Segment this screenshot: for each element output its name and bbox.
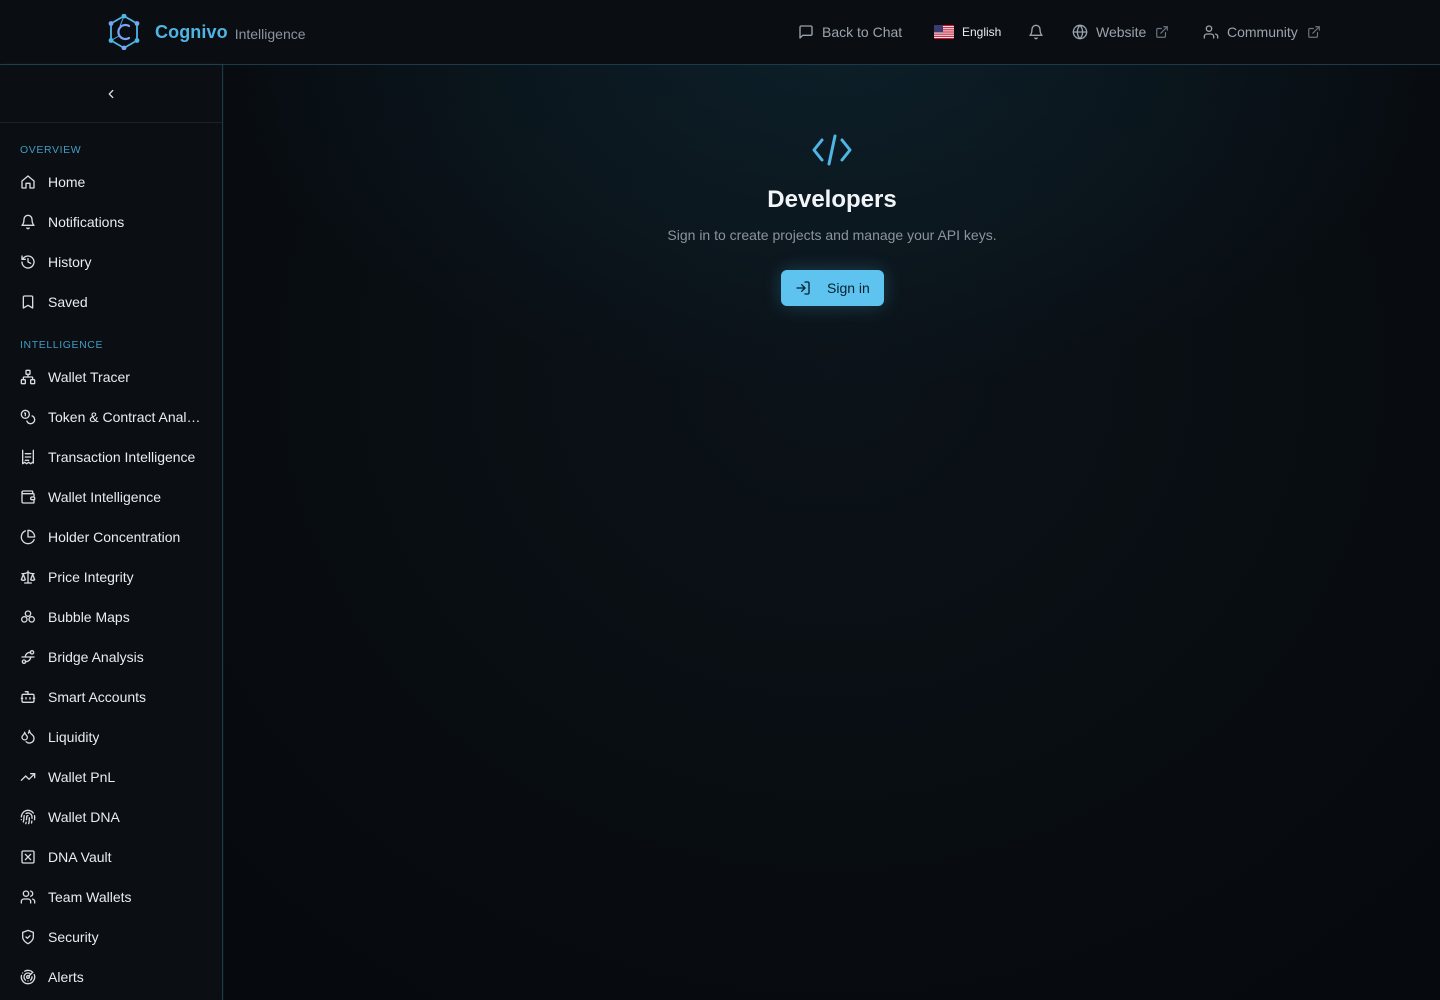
- bell-icon: [20, 214, 36, 230]
- log-in-icon: [795, 280, 811, 296]
- sidebar-item-saved[interactable]: Saved: [0, 282, 222, 322]
- community-label: Community: [1227, 24, 1298, 40]
- bubbles-icon: [20, 609, 36, 625]
- sidebar-item-label: Home: [48, 174, 86, 190]
- scale-icon: [20, 569, 36, 585]
- sidebar-item-label: Holder Concentration: [48, 529, 181, 545]
- external-link-icon: [1156, 26, 1169, 38]
- home-icon: [20, 174, 36, 190]
- external-link-icon: [1307, 26, 1320, 38]
- user-icon: [1203, 25, 1219, 39]
- page-title: Developers: [767, 186, 897, 213]
- sidebar-item-label: Security: [48, 929, 99, 945]
- sidebar-item-label: Wallet Tracer: [48, 369, 130, 385]
- main-content: Developers Sign in to create projects an…: [224, 65, 1440, 1000]
- sidebar-item-security[interactable]: Security: [0, 917, 222, 957]
- chevron-left-icon: [108, 89, 114, 99]
- sidebar-item-label: Team Wallets: [48, 889, 132, 905]
- droplet-icon: [20, 729, 36, 745]
- sidebar-item-history[interactable]: History: [0, 242, 222, 282]
- network-icon: [20, 369, 36, 385]
- logo-icon: [108, 14, 140, 50]
- back-to-chat-link[interactable]: Back to Chat: [798, 0, 902, 64]
- sign-in-label: Sign in: [827, 280, 870, 296]
- sidebar-item-label: Bubble Maps: [48, 609, 130, 625]
- top-bar: Cognivo Intelligence Back to Chat Englis…: [0, 0, 1440, 65]
- bell-icon: [1029, 24, 1043, 40]
- message-icon: [799, 25, 813, 39]
- sidebar-item-price-integrity[interactable]: Price Integrity: [0, 557, 222, 597]
- sidebar-item-wallet-intelligence[interactable]: Wallet Intelligence: [0, 477, 222, 517]
- sidebar-item-label: Price Integrity: [48, 569, 134, 585]
- users-icon: [20, 889, 36, 905]
- sidebar: OVERVIEW Home Notifications History Save…: [0, 65, 223, 1000]
- pie-chart-icon: [20, 529, 36, 545]
- sidebar-item-token-contract-analysis[interactable]: Token & Contract Analysis: [0, 397, 222, 437]
- sidebar-item-label: Saved: [48, 294, 88, 310]
- sidebar-item-notifications[interactable]: Notifications: [0, 202, 222, 242]
- globe-icon: [1072, 24, 1088, 40]
- code-icon: [812, 134, 852, 166]
- sidebar-item-dna-vault[interactable]: DNA Vault: [0, 837, 222, 877]
- brand[interactable]: Cognivo Intelligence: [108, 14, 306, 50]
- back-to-chat-label: Back to Chat: [822, 24, 903, 40]
- language-selector[interactable]: English: [934, 0, 1001, 64]
- sidebar-item-label: Transaction Intelligence: [48, 449, 196, 465]
- sidebar-item-label: DNA Vault: [48, 849, 112, 865]
- coins-icon: [20, 409, 36, 425]
- notifications-button[interactable]: [1028, 0, 1044, 64]
- sidebar-item-alerts[interactable]: Alerts: [0, 957, 222, 997]
- bookmark-icon: [20, 294, 36, 310]
- sidebar-item-wallet-tracer[interactable]: Wallet Tracer: [0, 357, 222, 397]
- collapse-sidebar-button[interactable]: [102, 85, 120, 103]
- sidebar-item-label: Notifications: [48, 214, 125, 230]
- brand-name: Cognivo: [155, 21, 228, 42]
- sidebar-item-bridge-analysis[interactable]: Bridge Analysis: [0, 637, 222, 677]
- sidebar-collapse-row: [0, 65, 222, 123]
- wallet-icon: [20, 489, 36, 505]
- history-icon: [20, 254, 36, 270]
- language-label: English: [962, 25, 1002, 39]
- shield-icon: [20, 929, 36, 945]
- bridge-icon: [20, 649, 36, 665]
- us-flag-icon: [934, 25, 954, 39]
- sidebar-item-label: Wallet Intelligence: [48, 489, 162, 505]
- section-label-overview: OVERVIEW: [20, 144, 82, 156]
- vault-icon: [20, 849, 36, 865]
- sidebar-item-wallet-dna[interactable]: Wallet DNA: [0, 797, 222, 837]
- bot-icon: [20, 689, 36, 705]
- sidebar-item-holder-concentration[interactable]: Holder Concentration: [0, 517, 222, 557]
- sidebar-item-label: Alerts: [48, 969, 84, 985]
- website-link[interactable]: Website: [1072, 0, 1169, 64]
- sidebar-item-liquidity[interactable]: Liquidity: [0, 717, 222, 757]
- section-label-intelligence: INTELLIGENCE: [20, 339, 104, 351]
- radar-icon: [20, 969, 36, 985]
- sidebar-item-label: Bridge Analysis: [48, 649, 144, 665]
- sidebar-item-transaction-intelligence[interactable]: Transaction Intelligence: [0, 437, 222, 477]
- website-label: Website: [1096, 24, 1147, 40]
- brand-subtitle: Intelligence: [234, 25, 306, 42]
- community-link[interactable]: Community: [1203, 0, 1321, 64]
- sidebar-item-home[interactable]: Home: [0, 162, 222, 202]
- sidebar-item-label: History: [48, 254, 92, 270]
- sidebar-item-label: Token & Contract Analysis: [48, 409, 202, 425]
- fingerprint-icon: [20, 809, 36, 825]
- sidebar-item-label: Wallet DNA: [48, 809, 120, 825]
- sidebar-item-bubble-maps[interactable]: Bubble Maps: [0, 597, 222, 637]
- sidebar-item-label: Liquidity: [48, 729, 100, 745]
- receipt-icon: [20, 449, 36, 465]
- trending-up-icon: [20, 769, 36, 785]
- sidebar-item-smart-accounts[interactable]: Smart Accounts: [0, 677, 222, 717]
- sidebar-item-label: Smart Accounts: [48, 689, 147, 705]
- sidebar-item-wallet-pnl[interactable]: Wallet PnL: [0, 757, 222, 797]
- page-subtitle: Sign in to create projects and manage yo…: [667, 227, 997, 243]
- sidebar-item-label: Wallet PnL: [48, 769, 116, 785]
- sign-in-button[interactable]: Sign in: [781, 270, 884, 306]
- sidebar-item-team-wallets[interactable]: Team Wallets: [0, 877, 222, 917]
